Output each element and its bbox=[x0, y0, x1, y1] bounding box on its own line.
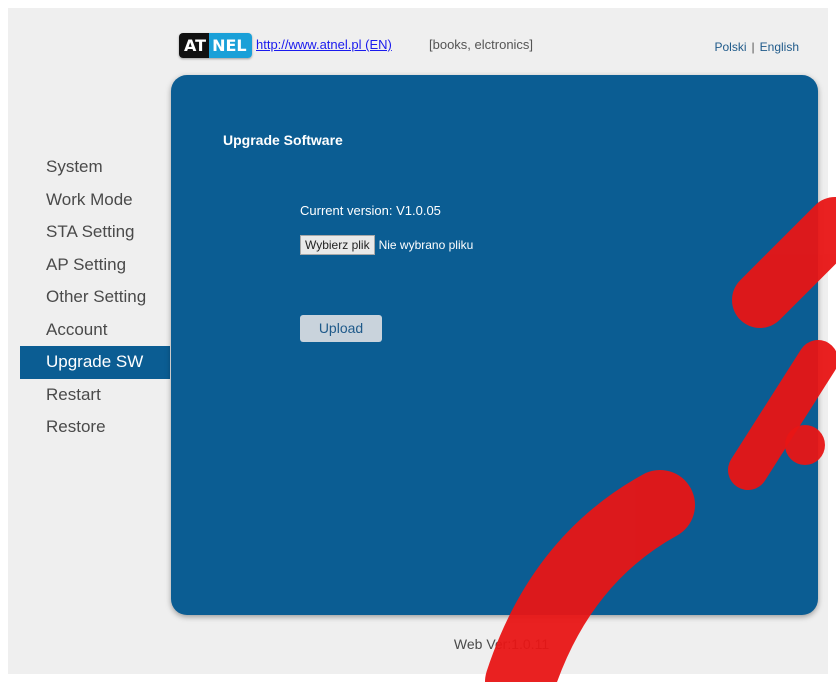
web-version-footer: Web Ver:1.0.11 bbox=[453, 636, 550, 652]
page-title: Upgrade Software bbox=[223, 132, 343, 148]
site-link[interactable]: http://www.atnel.pl (EN) bbox=[256, 37, 392, 52]
sidebar-nav: System Work Mode STA Setting AP Setting … bbox=[20, 151, 170, 444]
atnel-logo[interactable]: AT NEL bbox=[179, 33, 252, 58]
page: AT NEL http://www.atnel.pl (EN) [books, … bbox=[0, 0, 836, 682]
file-status-text: Nie wybrano pliku bbox=[378, 238, 474, 252]
current-version-text: Current version: V1.0.05 bbox=[300, 203, 441, 218]
site-tagline: [books, elctronics] bbox=[429, 37, 534, 52]
sidebar-item-upgrade-sw[interactable]: Upgrade SW bbox=[20, 346, 170, 379]
content-panel: Upgrade Software Current version: V1.0.0… bbox=[171, 75, 818, 615]
sidebar-item-account[interactable]: Account bbox=[20, 314, 170, 347]
choose-file-button[interactable]: Wybierz plik bbox=[300, 235, 375, 255]
sidebar-item-other-setting[interactable]: Other Setting bbox=[20, 281, 170, 314]
sidebar-item-ap-setting[interactable]: AP Setting bbox=[20, 249, 170, 282]
sidebar-item-restore[interactable]: Restore bbox=[20, 411, 170, 444]
lang-separator: | bbox=[751, 40, 755, 54]
lang-english-link[interactable]: English bbox=[760, 40, 799, 54]
language-switcher: Polski | English bbox=[715, 40, 800, 54]
sidebar-item-restart[interactable]: Restart bbox=[20, 379, 170, 412]
upload-button[interactable]: Upload bbox=[300, 315, 382, 342]
logo-at-text: AT bbox=[179, 33, 210, 58]
sidebar-item-work-mode[interactable]: Work Mode bbox=[20, 184, 170, 217]
file-picker: Wybierz plik Nie wybrano pliku bbox=[300, 235, 473, 255]
sidebar-item-sta-setting[interactable]: STA Setting bbox=[20, 216, 170, 249]
logo-nel-text: NEL bbox=[209, 33, 252, 58]
sidebar-item-system[interactable]: System bbox=[20, 151, 170, 184]
lang-polski-link[interactable]: Polski bbox=[715, 40, 747, 54]
